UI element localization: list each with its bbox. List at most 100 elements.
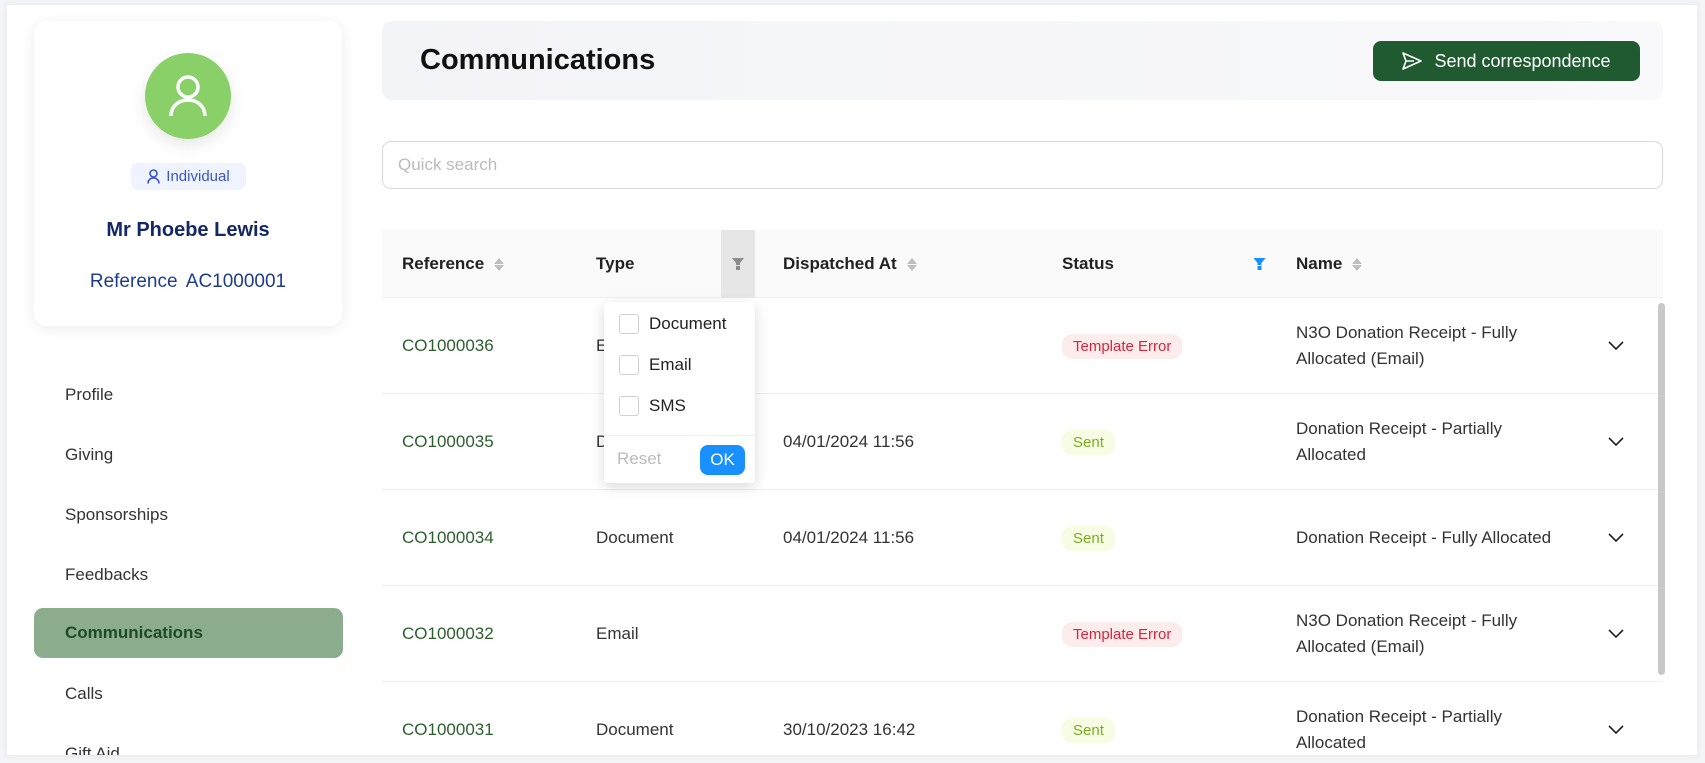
filter-icon (732, 258, 744, 270)
column-label: Dispatched At (783, 254, 897, 273)
sidebar-item-gift-aid[interactable]: Gift Aid (34, 729, 343, 755)
column-name[interactable]: Name (1296, 230, 1363, 298)
column-type: Type (596, 230, 634, 298)
user-icon (169, 75, 207, 117)
profile-card: Individual Mr Phoebe Lewis Reference AC1… (34, 21, 342, 326)
sidebar-item-label: Calls (65, 684, 103, 703)
filter-reset-button[interactable]: Reset (617, 449, 661, 469)
user-icon (147, 169, 161, 184)
status-cell: Sent (1062, 394, 1115, 490)
reference-link[interactable]: CO1000036 (402, 298, 494, 394)
reference-link[interactable]: CO1000035 (402, 394, 494, 490)
send-correspondence-label: Send correspondence (1434, 50, 1611, 71)
filter-option-document[interactable]: Document (619, 314, 726, 334)
sidebar-item-label: Profile (65, 385, 114, 404)
profile-reference: Reference AC1000001 (34, 271, 342, 293)
table-row[interactable]: CO1000034 Document 04/01/2024 11:56 Sent… (382, 490, 1663, 586)
status-badge: Template Error (1062, 333, 1183, 359)
table-row[interactable]: CO1000031 Document 30/10/2023 16:42 Sent… (382, 682, 1663, 755)
status-badge: Sent (1062, 525, 1115, 551)
checkbox[interactable] (619, 314, 639, 334)
status-badge: Sent (1062, 717, 1115, 743)
chevron-down-icon (1608, 533, 1624, 543)
name-cell: N3O Donation Receipt - Fully Allocated (… (1296, 586, 1566, 682)
name-cell: Donation Receipt - Fully Allocated (1296, 490, 1566, 586)
sidebar-item-profile[interactable]: Profile (34, 370, 343, 420)
app-frame: Individual Mr Phoebe Lewis Reference AC1… (7, 5, 1697, 755)
name-text: Donation Receipt - Partially Allocated (1296, 707, 1502, 752)
status-cell: Sent (1062, 682, 1115, 755)
page-header: Communications Send correspondence (382, 21, 1663, 100)
send-correspondence-button[interactable]: Send correspondence (1373, 41, 1640, 81)
expand-row-button[interactable] (1608, 490, 1624, 586)
type-cell: Document (596, 528, 674, 547)
reference-link[interactable]: CO1000034 (402, 490, 494, 586)
sidebar-item-feedbacks[interactable]: Feedbacks (34, 550, 343, 600)
sidebar-item-giving[interactable]: Giving (34, 430, 343, 480)
column-label: Status (1062, 254, 1114, 273)
filter-option-email[interactable]: Email (619, 355, 692, 375)
reference-link[interactable]: CO1000032 (402, 586, 494, 682)
reference-link[interactable]: CO1000031 (402, 682, 494, 755)
sidebar-item-label: Communications (65, 623, 203, 642)
column-reference[interactable]: Reference (402, 230, 505, 298)
profile-name: Mr Phoebe Lewis (106, 219, 270, 241)
option-label: Email (649, 355, 692, 374)
status-badge: Template Error (1062, 621, 1183, 647)
sidebar-item-sponsorships[interactable]: Sponsorships (34, 490, 343, 540)
filter-footer: Reset OK (604, 435, 755, 483)
name-cell: Donation Receipt - Partially Allocated (1296, 682, 1566, 755)
column-label: Name (1296, 254, 1343, 273)
expand-row-button[interactable] (1608, 298, 1624, 394)
sidebar-item-label: Giving (65, 445, 114, 464)
dispatched-cell: 04/01/2024 11:56 (783, 528, 915, 547)
status-cell: Sent (1062, 490, 1115, 586)
sidebar-item-label: Feedbacks (65, 565, 149, 584)
column-label: Type (596, 254, 635, 273)
dispatched-cell: 04/01/2024 11:56 (783, 432, 915, 451)
status-cell: Template Error (1062, 298, 1183, 394)
chevron-down-icon (1608, 437, 1624, 447)
type-badge: Individual (131, 163, 246, 190)
checkbox[interactable] (619, 355, 639, 375)
sidebar-item-calls[interactable]: Calls (34, 669, 343, 719)
table-row[interactable]: CO1000036 Email Template Error N3O Donat… (382, 298, 1663, 394)
checkbox[interactable] (619, 396, 639, 416)
type-filter-dropdown: Document Email SMS Reset OK (604, 302, 755, 483)
type-filter-button[interactable] (721, 230, 755, 298)
name-cell: Donation Receipt - Partially Allocated (1296, 394, 1566, 490)
type-cell: Email (596, 624, 639, 643)
chevron-down-icon (1608, 725, 1624, 735)
sort-icon[interactable] (1352, 257, 1363, 271)
sort-icon[interactable] (494, 257, 505, 271)
sidebar-item-communications[interactable]: Communications (34, 608, 343, 658)
table-scrollbar[interactable] (1658, 303, 1665, 675)
table-row[interactable]: CO1000035 Document 04/01/2024 11:56 Sent… (382, 394, 1663, 490)
filter-option-sms[interactable]: SMS (619, 396, 686, 416)
reference-label: Reference (89, 271, 178, 292)
expand-row-button[interactable] (1608, 586, 1624, 682)
send-icon (1402, 52, 1423, 70)
expand-row-button[interactable] (1608, 682, 1624, 755)
table-row[interactable]: CO1000032 Email Template Error N3O Donat… (382, 586, 1663, 682)
chevron-down-icon (1608, 629, 1624, 639)
dispatched-cell: 30/10/2023 16:42 (783, 720, 916, 739)
sidebar-item-label: Sponsorships (65, 505, 169, 524)
avatar (145, 53, 231, 139)
status-filter-button[interactable] (1253, 230, 1266, 298)
name-text: Donation Receipt - Partially Allocated (1296, 419, 1502, 464)
status-badge: Sent (1062, 429, 1115, 455)
column-dispatched-at[interactable]: Dispatched At (783, 230, 917, 298)
filter-ok-button[interactable]: OK (700, 445, 745, 475)
sort-icon[interactable] (906, 257, 917, 271)
status-cell: Template Error (1062, 586, 1183, 682)
filter-icon (1253, 258, 1266, 270)
name-text: Donation Receipt - Fully Allocated (1296, 528, 1552, 547)
reference-value: AC1000001 (185, 271, 287, 292)
column-status: Status (1062, 230, 1114, 298)
name-text: N3O Donation Receipt - Fully Allocated (… (1296, 323, 1518, 368)
quick-search-input[interactable] (382, 141, 1663, 189)
expand-row-button[interactable] (1608, 394, 1624, 490)
option-label: SMS (649, 396, 686, 415)
option-label: Document (649, 314, 727, 333)
